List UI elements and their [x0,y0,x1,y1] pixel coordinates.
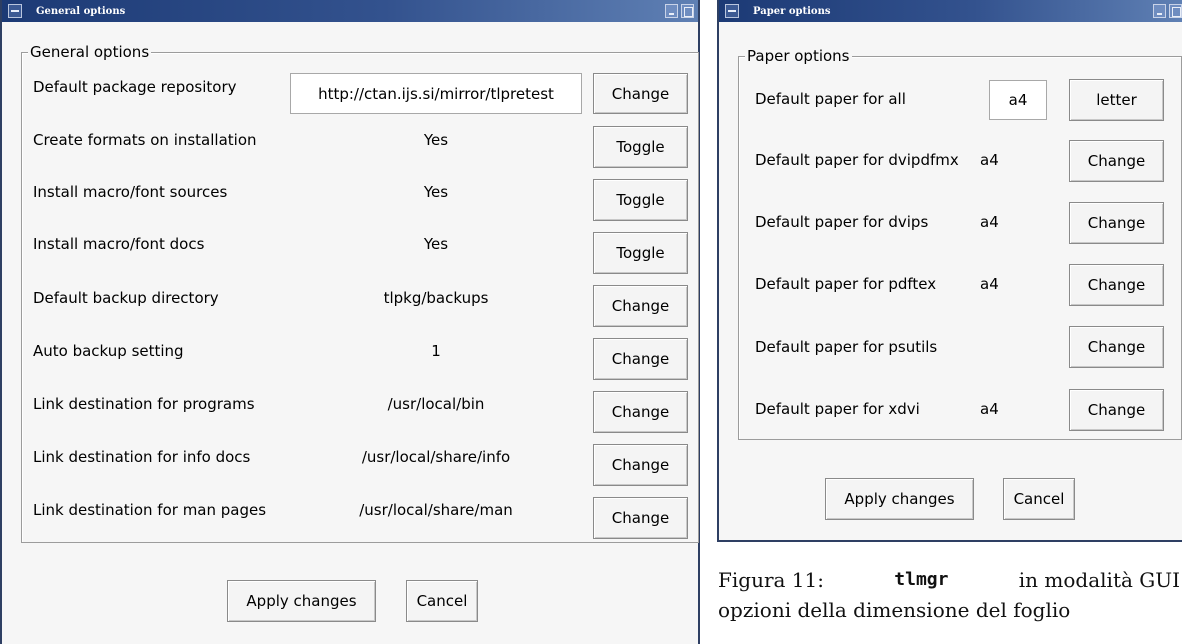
option-value: tlpkg/backups [383,289,489,307]
option-label: Link destination for man pages [33,501,267,519]
caption-command: tlmgr [894,569,949,590]
option-label: Link destination for info docs [33,448,251,466]
caption-line1-rest: in modalità GUI [1018,568,1180,592]
general-options-titlebar: General options [2,0,698,22]
paper-option-label: Default paper for all [755,90,906,108]
option-label: Default package repository [33,78,237,96]
change-repository-button[interactable]: Change [593,73,688,114]
change-dvipdfmx-button[interactable]: Change [1069,140,1164,182]
apply-changes-button[interactable]: Apply changes [825,478,974,520]
paper-a4-option[interactable]: a4 [989,80,1047,120]
letter-button[interactable]: letter [1069,79,1164,121]
paper-option-value: a4 [980,275,999,293]
option-label: Install macro/font sources [33,183,228,201]
paper-option-label: Default paper for pdftex [755,275,937,293]
minimize-icon[interactable] [665,4,678,18]
paper-options-window: Paper options Paper options Default pape… [717,0,1182,542]
group-legend: Paper options [745,47,852,65]
change-bin-link-button[interactable]: Change [593,391,688,433]
caption-line-2: opzioni della dimensione del foglio [718,598,1071,622]
option-value: /usr/local/bin [387,395,485,413]
option-label: Install macro/font docs [33,235,205,253]
option-label: Link destination for programs [33,395,255,413]
change-man-link-button[interactable]: Change [593,497,688,539]
group-legend: General options [28,43,152,61]
toggle-create-formats-button[interactable]: Toggle [593,126,688,168]
toggle-install-docs-button[interactable]: Toggle [593,232,688,274]
option-value: /usr/local/share/man [359,501,513,519]
window-menu-icon[interactable] [725,4,739,18]
paper-option-value: a4 [980,213,999,231]
cancel-button[interactable]: Cancel [1003,478,1075,520]
paper-a4-label: a4 [1008,91,1028,109]
repository-field[interactable]: http://ctan.ijs.si/mirror/tlpretest [290,73,582,114]
change-backup-dir-button[interactable]: Change [593,285,688,327]
window-title: Paper options [753,5,831,17]
paper-option-label: Default paper for dvipdfmx [755,151,959,169]
change-auto-backup-button[interactable]: Change [593,338,688,380]
paper-options-titlebar: Paper options [719,0,1182,22]
minimize-icon[interactable] [1153,4,1166,18]
option-value: 1 [431,342,441,360]
option-label: Default backup directory [33,289,219,307]
option-label: Create formats on installation [33,131,257,149]
change-psutils-button[interactable]: Change [1069,326,1164,368]
apply-changes-button[interactable]: Apply changes [227,580,376,622]
maximize-icon[interactable] [1169,4,1182,18]
window-title: General options [36,5,126,17]
toggle-install-sources-button[interactable]: Toggle [593,179,688,221]
window-menu-icon[interactable] [8,4,22,18]
option-value: /usr/local/share/info [361,448,511,466]
figure-caption: Figura 11: tlmgr in modalità GUI opzioni… [718,565,1180,625]
paper-option-label: Default paper for xdvi [755,400,920,418]
option-value: Yes [423,235,449,253]
paper-option-value: a4 [980,400,999,418]
change-info-link-button[interactable]: Change [593,444,688,486]
caption-prefix: Figura 11: [718,568,824,592]
general-options-window: General options General options Default … [0,0,700,644]
repository-value: http://ctan.ijs.si/mirror/tlpretest [318,84,554,103]
paper-option-value: a4 [980,151,999,169]
change-pdftex-button[interactable]: Change [1069,264,1164,306]
change-xdvi-button[interactable]: Change [1069,389,1164,431]
cancel-button[interactable]: Cancel [406,580,478,622]
maximize-icon[interactable] [681,4,694,18]
paper-option-label: Default paper for psutils [755,338,938,356]
paper-option-label: Default paper for dvips [755,213,929,231]
change-dvips-button[interactable]: Change [1069,202,1164,244]
caption-line-1: Figura 11: tlmgr in modalità GUI [718,565,1180,595]
option-value: Yes [423,183,449,201]
option-value: Yes [423,131,449,149]
option-label: Auto backup setting [33,342,184,360]
